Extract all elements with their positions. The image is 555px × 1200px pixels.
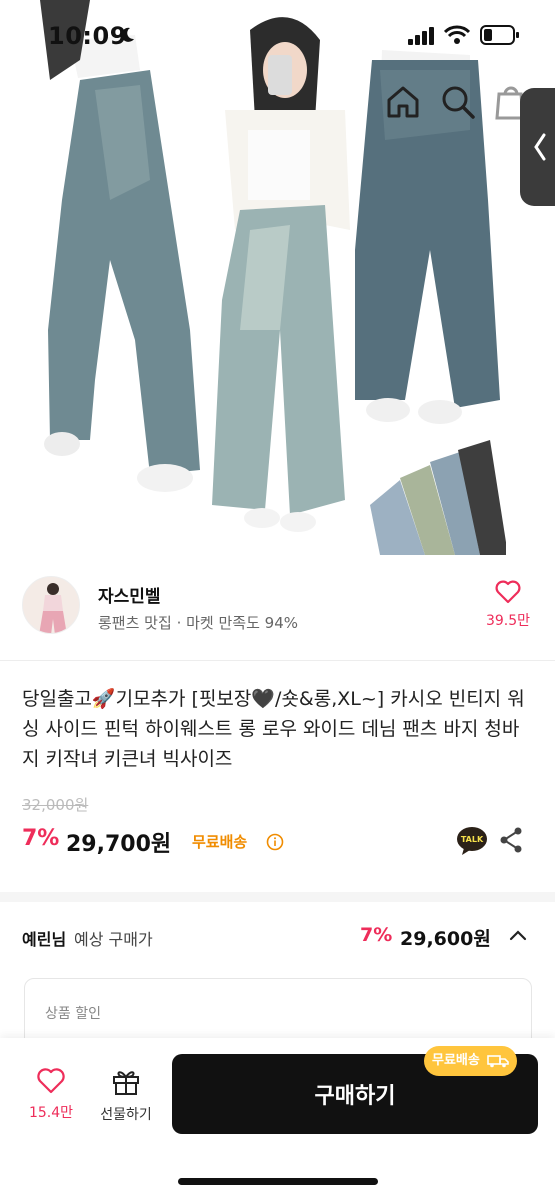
divider	[0, 660, 555, 661]
chevron-up-icon[interactable]	[508, 928, 528, 942]
price-row: 7% 29,700원 무료배송 TALK	[22, 822, 532, 862]
heart-outline-icon	[37, 1068, 65, 1094]
gift-label: 선물하기	[100, 1107, 152, 1123]
seller-subtitle: 롱팬츠 맛집 · 마켓 만족도 94%	[98, 612, 298, 633]
separator-dot: ·	[176, 614, 187, 632]
free-shipping-badge-label: 무료배송	[432, 1053, 480, 1068]
seller-avatar-image	[23, 577, 79, 633]
expected-price: 29,600원	[400, 928, 491, 950]
seller-like-count: 39.5만	[485, 613, 531, 629]
seller-section[interactable]: 자스민벨 롱팬츠 맛집 · 마켓 만족도 94% 39.5만	[0, 566, 555, 658]
signal-icon	[408, 27, 434, 45]
original-price: 32,000원	[22, 796, 89, 814]
moon-icon	[121, 27, 134, 42]
status-time: 10:09	[48, 22, 127, 50]
like-button[interactable]: 15.4만	[18, 1068, 84, 1122]
gift-icon	[113, 1071, 139, 1095]
back-icon[interactable]	[18, 82, 58, 122]
section-divider	[0, 892, 555, 902]
truck-icon	[487, 1054, 510, 1067]
free-shipping-label: 무료배송	[192, 833, 248, 851]
like-count: 15.4만	[28, 1105, 74, 1121]
search-icon[interactable]	[438, 82, 478, 122]
free-shipping-badge: 무료배송	[424, 1046, 518, 1076]
status-bar: 10:09	[0, 0, 555, 72]
home-indicator	[178, 1178, 378, 1185]
expected-price-user: 예린님	[22, 930, 67, 949]
seller-name[interactable]: 자스민벨	[98, 582, 161, 607]
seller-tagline: 롱팬츠 맛집	[98, 614, 172, 632]
gift-button[interactable]: 선물하기	[90, 1068, 162, 1124]
expected-price-label: 예상 구매가	[74, 930, 153, 949]
talk-label: TALK	[461, 835, 484, 844]
seller-like-button[interactable]: 39.5만	[478, 580, 538, 630]
info-icon[interactable]	[266, 833, 284, 851]
heart-outline-icon	[495, 580, 521, 604]
expected-price-row[interactable]: 예린님 예상 구매가 7% 29,600원	[22, 920, 534, 954]
product-discount-label: 상품 할인	[45, 1006, 101, 1022]
seller-avatar[interactable]	[22, 576, 80, 634]
share-icon[interactable]	[498, 826, 524, 854]
bottom-action-bar: 15.4만 선물하기 구매하기 무료배송	[0, 1038, 555, 1200]
side-panel-handle[interactable]	[520, 88, 555, 206]
wifi-icon	[444, 25, 470, 44]
kakao-talk-icon[interactable]: TALK	[456, 826, 488, 856]
home-icon[interactable]	[383, 82, 423, 122]
discount-rate: 7%	[22, 826, 60, 851]
expected-discount: 7%	[360, 924, 393, 946]
chevron-left-icon	[534, 133, 546, 161]
sale-price: 29,700원	[66, 832, 172, 857]
battery-icon	[480, 25, 519, 45]
seller-satisfaction: 마켓 만족도 94%	[186, 614, 298, 632]
product-title: 당일출고🚀기모추가 [핏보장🖤/숏&롱,XL~] 카시오 빈티지 워싱 사이드 …	[22, 688, 525, 770]
